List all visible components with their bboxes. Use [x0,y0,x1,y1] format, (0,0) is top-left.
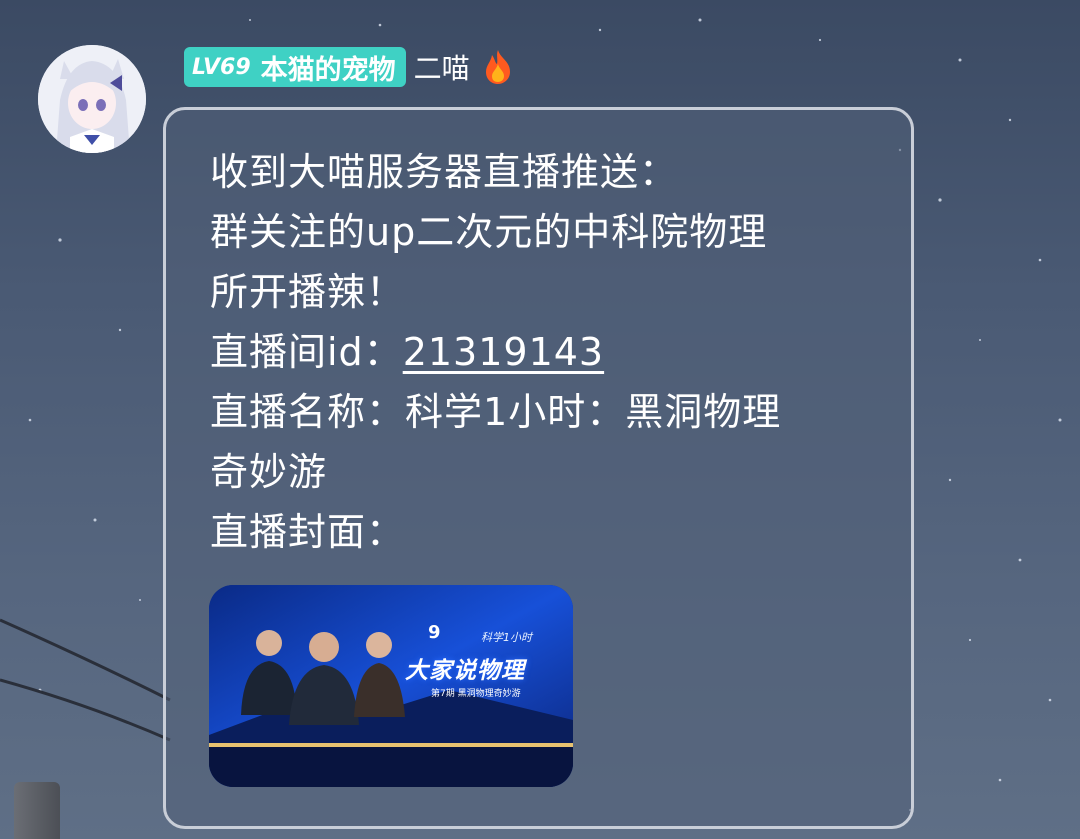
sender-header: LV69 本猫的宠物 二喵 [184,46,514,88]
cover-label: 直播封面： [210,510,406,554]
cover-title: 大家说物理 [405,658,525,684]
room-name-line: 直播名称：科学1小时：黑洞物理 [210,382,890,442]
room-name-continued: 奇妙游 [210,450,328,494]
message-line: 所开播辣！ [210,270,406,314]
room-name-value: 科学1小时：黑洞物理 [405,390,782,434]
message-line: 群关注的up二次元的中科院物理 [210,210,768,254]
message-bubble[interactable]: 收到大喵服务器直播推送： 群关注的up二次元的中科院物理 所开播辣！ 直播间id… [163,107,914,829]
cover-subtitle: 第7期 黑洞物理奇妙游 [431,689,521,699]
avatar[interactable] [38,45,146,153]
message-text: 收到大喵服务器直播推送： 群关注的up二次元的中科院物理 所开播辣！ 直播间id… [210,142,890,562]
pole [14,782,60,839]
cover-logo-text: 科学1小时 [481,631,532,644]
room-name-label: 直播名称： [210,390,406,434]
fire-icon [485,50,510,84]
live-cover-image[interactable]: 9 科学1小时 大家说物理 第7期 黑洞物理奇妙游 [209,585,573,787]
message-line: 收到大喵服务器直播推送： [210,150,679,194]
room-id-label: 直播间id： [210,330,403,374]
sender-name[interactable]: 二喵 [414,47,470,87]
cover-logo-number: 9 [428,622,441,643]
room-id-line: 直播间id：21319143 [210,322,890,382]
anime-girl-avatar-icon [38,45,146,153]
level-badge[interactable]: LV69 本猫的宠物 [184,47,406,87]
group-title: 本猫的宠物 [260,54,396,86]
level-label: LV69 [192,54,251,80]
room-id-link[interactable]: 21319143 [403,330,604,374]
